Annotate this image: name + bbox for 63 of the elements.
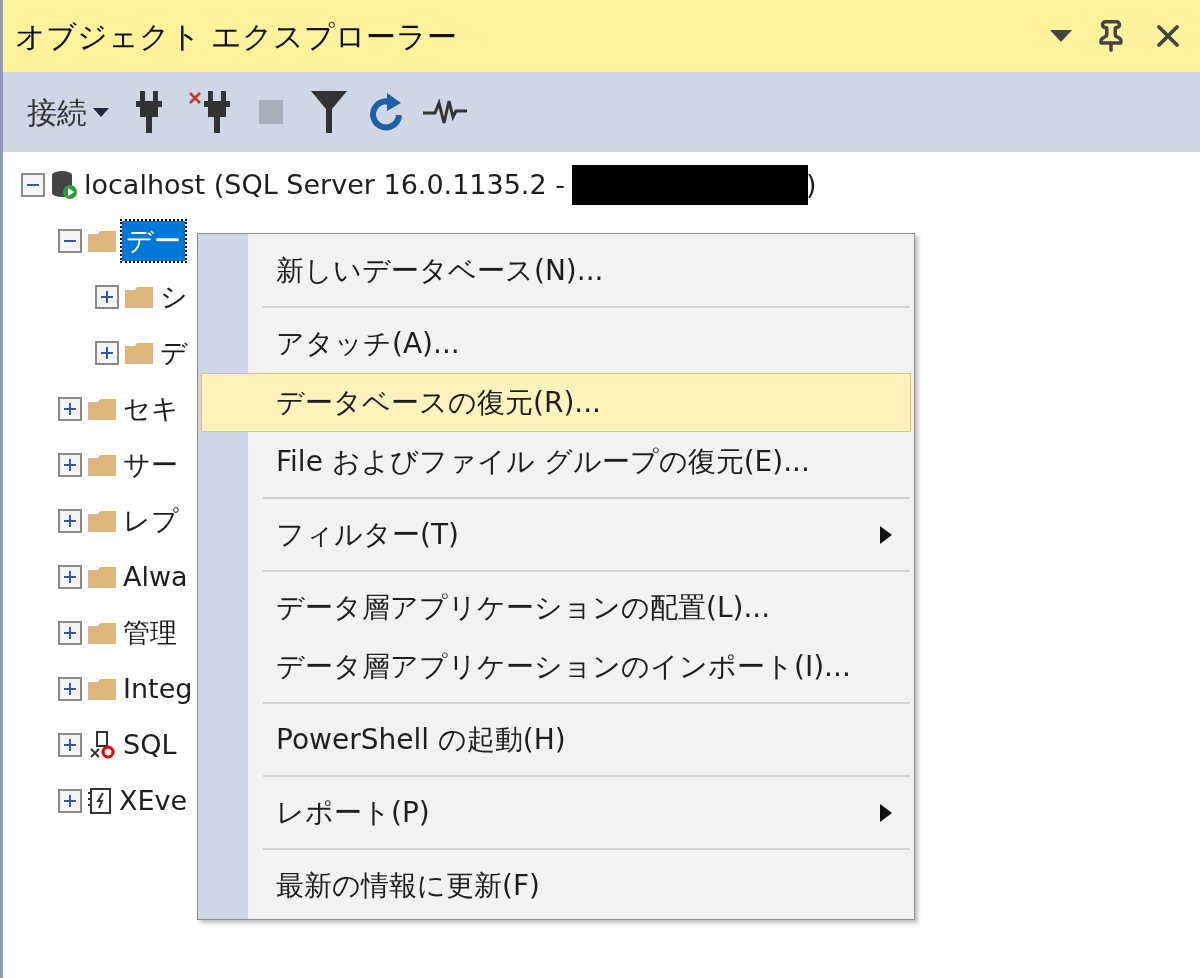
expand-icon[interactable] bbox=[58, 509, 82, 533]
menu-item[interactable]: フィルター(T) bbox=[201, 505, 911, 564]
tree-node-label[interactable]: デ bbox=[159, 332, 189, 374]
menu-item[interactable]: 新しいデータベース(N)... bbox=[201, 241, 911, 300]
tree-node-label[interactable]: サー bbox=[122, 444, 179, 486]
menu-item-label: データ層アプリケーションのインポート(I)... bbox=[276, 648, 851, 685]
menu-item[interactable]: PowerShell の起動(H) bbox=[201, 710, 911, 769]
menu-item[interactable]: データ層アプリケーションの配置(L)... bbox=[201, 578, 911, 637]
collapse-icon[interactable] bbox=[21, 173, 45, 197]
expand-icon[interactable] bbox=[58, 621, 82, 645]
tree-node-label: ) bbox=[805, 167, 817, 202]
folder-icon bbox=[88, 454, 116, 476]
menu-item-label: PowerShell の起動(H) bbox=[276, 721, 566, 758]
menu-item-label: 最新の情報に更新(F) bbox=[276, 867, 540, 904]
expand-icon[interactable] bbox=[58, 397, 82, 421]
tree-node-label[interactable]: Integ bbox=[122, 668, 194, 710]
expand-icon[interactable] bbox=[58, 733, 82, 757]
expand-icon[interactable] bbox=[95, 285, 119, 309]
menu-item[interactable]: アタッチ(A)... bbox=[201, 314, 911, 373]
panel-title: オブジェクト エクスプローラー bbox=[15, 17, 457, 56]
menu-item-label: データ層アプリケーションの配置(L)... bbox=[276, 589, 771, 626]
caret-icon bbox=[93, 107, 109, 117]
tree-node-label[interactable]: SQL bbox=[122, 724, 178, 766]
tree-node-label[interactable]: Alwa bbox=[122, 556, 189, 598]
folder-icon bbox=[88, 622, 116, 644]
folder-icon bbox=[88, 230, 116, 252]
menu-item-label: データベースの復元(R)... bbox=[276, 384, 601, 421]
event-icon bbox=[88, 788, 112, 814]
expand-icon[interactable] bbox=[95, 341, 119, 365]
tree-node-label[interactable]: セキ bbox=[122, 388, 180, 430]
tree-node-label[interactable]: 管理 bbox=[122, 612, 178, 654]
connect-button[interactable]: 接続 bbox=[27, 89, 113, 135]
tree-node-label[interactable]: デー bbox=[122, 220, 185, 262]
expand-icon[interactable] bbox=[58, 453, 82, 477]
menu-item[interactable]: レポート(P) bbox=[201, 783, 911, 842]
folder-icon bbox=[88, 566, 116, 588]
menu-item-label: File およびファイル グループの復元(E)... bbox=[276, 443, 810, 480]
menu-item[interactable]: データベースの復元(R)... bbox=[201, 373, 911, 432]
expand-icon[interactable] bbox=[58, 789, 82, 813]
expand-icon[interactable] bbox=[58, 677, 82, 701]
menu-item[interactable]: 最新の情報に更新(F) bbox=[201, 856, 911, 915]
menu-item-label: アタッチ(A)... bbox=[276, 325, 460, 362]
server-icon bbox=[51, 170, 77, 200]
folder-icon bbox=[125, 342, 153, 364]
tree-node-label[interactable]: レプ bbox=[122, 500, 180, 542]
menu-item-label: フィルター(T) bbox=[276, 516, 459, 553]
agent-icon bbox=[88, 731, 116, 759]
dropdown-icon[interactable] bbox=[1050, 30, 1072, 42]
menu-item-label: レポート(P) bbox=[276, 794, 430, 831]
menu-item[interactable]: データ層アプリケーションのインポート(I)... bbox=[201, 637, 911, 696]
collapse-icon[interactable] bbox=[58, 229, 82, 253]
submenu-arrow-icon bbox=[880, 803, 892, 822]
folder-icon bbox=[88, 398, 116, 420]
expand-icon[interactable] bbox=[58, 565, 82, 589]
tree-node-label[interactable]: シ bbox=[159, 276, 189, 318]
tree-node-label[interactable]: XEve bbox=[118, 780, 189, 822]
menu-item-label: 新しいデータベース(N)... bbox=[276, 252, 604, 289]
folder-icon bbox=[88, 678, 116, 700]
folder-icon bbox=[88, 510, 116, 532]
tree-node-label[interactable]: localhost (SQL Server 16.0.1135.2 - bbox=[83, 164, 566, 206]
submenu-arrow-icon bbox=[880, 525, 892, 544]
menu-item[interactable]: File およびファイル グループの復元(E)... bbox=[201, 432, 911, 491]
folder-icon bbox=[125, 286, 153, 308]
